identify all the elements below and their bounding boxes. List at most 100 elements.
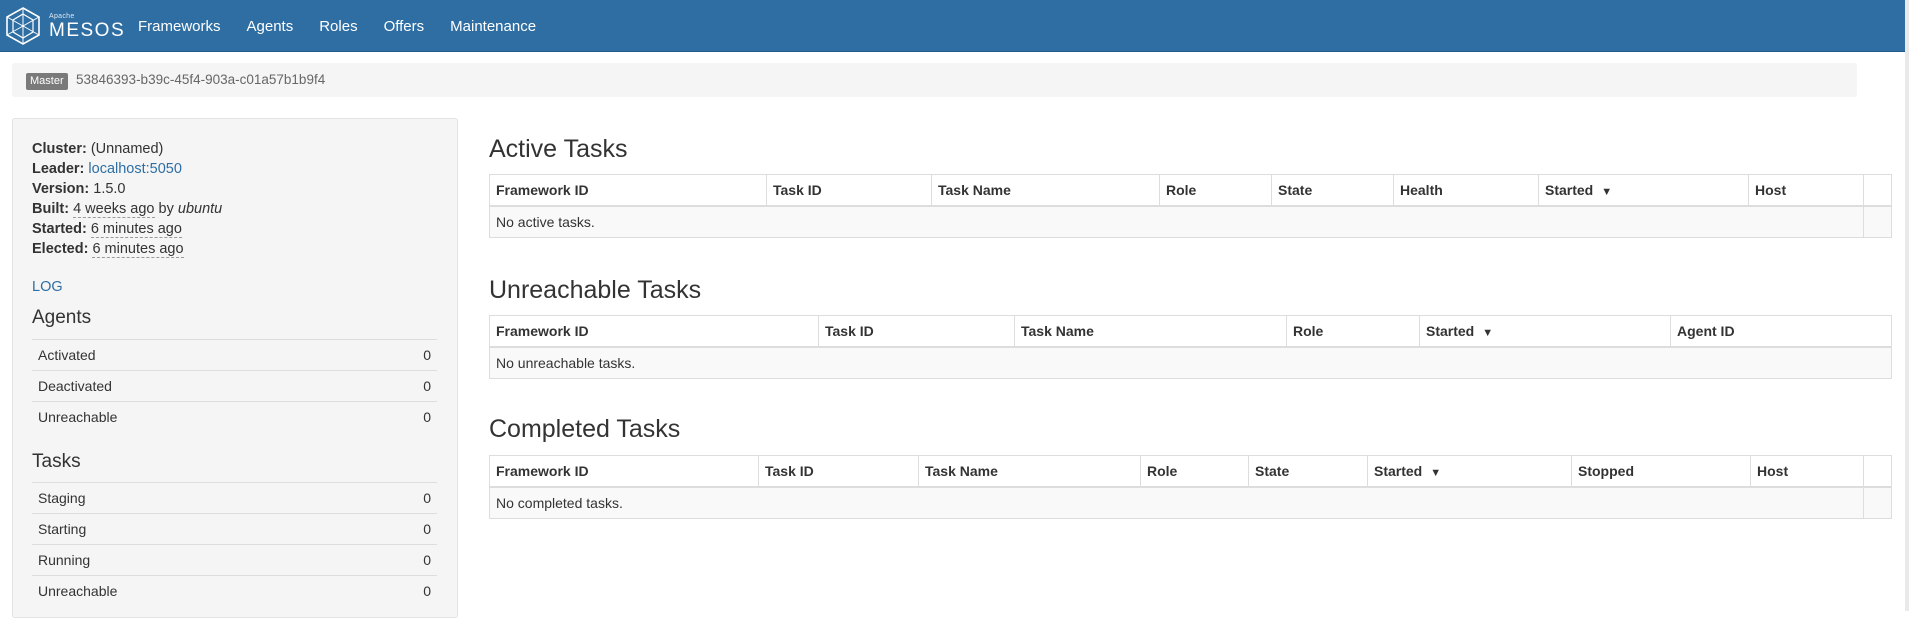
empty-message: No active tasks. <box>489 205 1864 238</box>
col-actions <box>1863 455 1892 488</box>
stat-value: 0 <box>364 575 437 606</box>
nav-frameworks[interactable]: Frameworks <box>125 0 234 51</box>
stat-label: Unreachable <box>32 401 365 432</box>
stat-label: Running <box>32 544 365 576</box>
mesos-logo-icon <box>6 7 40 45</box>
stat-value: 0 <box>364 482 437 514</box>
started-row: Started: 6 minutes ago <box>32 219 222 239</box>
col-host[interactable]: Host <box>1748 174 1864 207</box>
col-role[interactable]: Role <box>1159 174 1272 207</box>
col-task-id[interactable]: Task ID <box>758 455 919 488</box>
cluster-sidebar: Cluster: (Unnamed) Leader: localhost:505… <box>12 118 458 618</box>
col-health[interactable]: Health <box>1393 174 1539 207</box>
elected-label: Elected: <box>32 241 89 257</box>
completed-tasks-table: Framework ID Task ID Task Name Role Stat… <box>489 455 1892 519</box>
col-state[interactable]: State <box>1248 455 1368 488</box>
table-header-row: Framework ID Task ID Task Name Role Star… <box>489 315 1892 348</box>
table-row: Deactivated 0 <box>32 370 437 402</box>
version-label: Version: <box>32 181 90 197</box>
empty-message: No completed tasks. <box>489 486 1864 519</box>
stat-label: Staging <box>32 482 365 514</box>
brand-apache-text: Apache <box>49 13 75 20</box>
cluster-label: Cluster: <box>32 141 87 157</box>
col-started[interactable]: Started ▼ <box>1538 174 1749 207</box>
started-value: 6 minutes ago <box>90 221 182 238</box>
active-tasks-heading: Active Tasks <box>489 135 628 163</box>
nav-agents[interactable]: Agents <box>234 0 307 51</box>
col-framework-id[interactable]: Framework ID <box>489 315 819 348</box>
nav-menu: Frameworks Agents Roles Offers Maintenan… <box>125 0 549 51</box>
brand-mesos-text: MESOS <box>49 20 126 41</box>
col-actions <box>1863 174 1892 207</box>
unreachable-tasks-heading: Unreachable Tasks <box>489 276 702 304</box>
col-host[interactable]: Host <box>1750 455 1864 488</box>
nav-roles[interactable]: Roles <box>306 0 370 51</box>
col-task-id[interactable]: Task ID <box>818 315 1015 348</box>
leader-link[interactable]: localhost:5050 <box>88 161 182 177</box>
nav-offers[interactable]: Offers <box>371 0 438 51</box>
built-value: 4 weeks ago <box>73 201 155 218</box>
agents-heading: Agents <box>32 307 92 328</box>
col-task-name[interactable]: Task Name <box>931 174 1160 207</box>
nav-maintenance[interactable]: Maintenance <box>437 0 549 51</box>
col-state[interactable]: State <box>1271 174 1394 207</box>
col-task-id[interactable]: Task ID <box>766 174 932 207</box>
table-row: Activated 0 <box>32 339 437 371</box>
stat-value: 0 <box>364 401 437 432</box>
top-navbar: Apache MESOS Frameworks Agents Roles Off… <box>0 0 1905 52</box>
tasks-table: Staging 0 Starting 0 Running 0 Unreachab… <box>32 482 437 606</box>
sort-desc-icon: ▼ <box>1482 327 1494 339</box>
stat-label: Starting <box>32 513 365 545</box>
cluster-value: (Unnamed) <box>90 141 164 157</box>
stat-label: Deactivated <box>32 370 365 402</box>
table-row: Running 0 <box>32 544 437 576</box>
table-row: Unreachable 0 <box>32 401 437 432</box>
col-stopped[interactable]: Stopped <box>1571 455 1751 488</box>
elected-value: 6 minutes ago <box>92 241 184 258</box>
leader-row: Leader: localhost:5050 <box>32 159 222 179</box>
table-row: Staging 0 <box>32 482 437 514</box>
table-row: No completed tasks. <box>489 486 1892 519</box>
page-scrollbar[interactable] <box>1905 0 1909 611</box>
col-started[interactable]: Started ▼ <box>1367 455 1572 488</box>
cluster-row: Cluster: (Unnamed) <box>32 139 222 159</box>
col-role[interactable]: Role <box>1286 315 1420 348</box>
version-value: 1.5.0 <box>93 181 126 197</box>
table-row: No unreachable tasks. <box>489 346 1892 379</box>
col-role[interactable]: Role <box>1140 455 1249 488</box>
built-label: Built: <box>32 201 70 217</box>
col-framework-id[interactable]: Framework ID <box>489 174 767 207</box>
col-started[interactable]: Started ▼ <box>1419 315 1671 348</box>
stat-value: 0 <box>364 513 437 545</box>
completed-tasks-heading: Completed Tasks <box>489 415 681 443</box>
col-started-label: Started <box>1374 463 1423 479</box>
table-header-row: Framework ID Task ID Task Name Role Stat… <box>489 455 1892 488</box>
leader-label: Leader: <box>32 161 85 177</box>
stat-label: Activated <box>32 339 365 371</box>
master-id: 53846393-b39c-45f4-903a-c01a57b1b9f4 <box>76 72 326 87</box>
col-task-name[interactable]: Task Name <box>1014 315 1287 348</box>
col-started-label: Started <box>1426 323 1475 339</box>
breadcrumb: Master 53846393-b39c-45f4-903a-c01a57b1b… <box>12 63 1857 97</box>
col-agent-id[interactable]: Agent ID <box>1670 315 1892 348</box>
built-user: ubuntu <box>177 201 223 217</box>
active-tasks-table: Framework ID Task ID Task Name Role Stat… <box>489 174 1892 238</box>
elected-row: Elected: 6 minutes ago <box>32 239 222 259</box>
log-link[interactable]: LOG <box>32 279 63 295</box>
stat-label: Unreachable <box>32 575 365 606</box>
empty-message: No unreachable tasks. <box>489 346 1892 379</box>
master-badge: Master <box>26 73 68 90</box>
mesos-logo[interactable]: Apache MESOS <box>3 4 124 48</box>
tasks-heading: Tasks <box>32 451 81 472</box>
agents-table: Activated 0 Deactivated 0 Unreachable 0 <box>32 339 437 432</box>
cluster-info: Cluster: (Unnamed) Leader: localhost:505… <box>32 139 222 259</box>
col-framework-id[interactable]: Framework ID <box>489 455 759 488</box>
built-by: by <box>158 201 174 217</box>
unreachable-tasks-table: Framework ID Task ID Task Name Role Star… <box>489 315 1892 379</box>
built-row: Built: 4 weeks ago by ubuntu <box>32 199 222 219</box>
table-row: Starting 0 <box>32 513 437 545</box>
stat-value: 0 <box>364 339 437 371</box>
col-started-label: Started <box>1545 182 1594 198</box>
col-task-name[interactable]: Task Name <box>918 455 1141 488</box>
empty-cell <box>1863 205 1892 238</box>
